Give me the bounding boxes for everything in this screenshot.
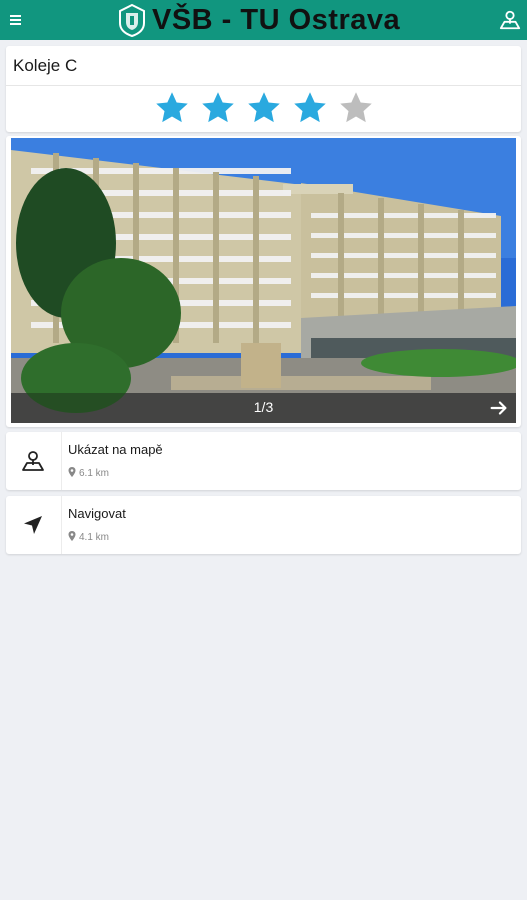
distance-value: 4.1 km <box>79 532 110 543</box>
star-empty-icon <box>339 92 372 123</box>
star-filled-icon <box>201 92 234 123</box>
distance-value: 6.1 km <box>79 468 110 479</box>
menu-icon-line <box>10 19 21 21</box>
location-pin-icon <box>68 531 76 541</box>
action-label: Navigovat <box>68 506 126 521</box>
vsb-logo-icon <box>119 3 145 37</box>
show-on-map-button[interactable]: Ukázat na mapě 6.1 km <box>6 432 521 490</box>
menu-icon-line <box>10 15 21 17</box>
building-photo[interactable] <box>11 138 516 423</box>
gallery-counter: 1/3 <box>253 399 274 415</box>
star-filled-icon <box>247 92 280 123</box>
map-icon[interactable] <box>499 9 521 31</box>
star-rating <box>6 88 521 128</box>
navigation-arrow-icon <box>24 516 42 534</box>
app-bar: VŠB - TU Ostrava <box>0 0 527 40</box>
navigate-button[interactable]: Navigovat 4.1 km <box>6 496 521 554</box>
star-filled-icon <box>155 92 188 123</box>
photo-gallery: 1/3 <box>6 136 521 427</box>
gallery-controls: 1/3 <box>11 393 516 423</box>
place-header-card: Koleje C <box>6 46 521 132</box>
divider <box>61 496 62 554</box>
map-marker-icon <box>22 451 44 471</box>
divider <box>61 432 62 490</box>
star-filled-icon <box>293 92 326 123</box>
menu-button[interactable] <box>8 11 26 29</box>
app-title: VŠB - TU Ostrava <box>152 4 401 36</box>
arrow-right-icon[interactable] <box>488 397 510 419</box>
action-label: Ukázat na mapě <box>68 442 163 457</box>
location-pin-icon <box>68 467 76 477</box>
distance-info: 6.1 km <box>68 467 109 479</box>
place-name: Koleje C <box>13 56 78 75</box>
divider <box>6 85 521 86</box>
menu-icon-line <box>10 23 21 25</box>
distance-info: 4.1 km <box>68 531 109 543</box>
